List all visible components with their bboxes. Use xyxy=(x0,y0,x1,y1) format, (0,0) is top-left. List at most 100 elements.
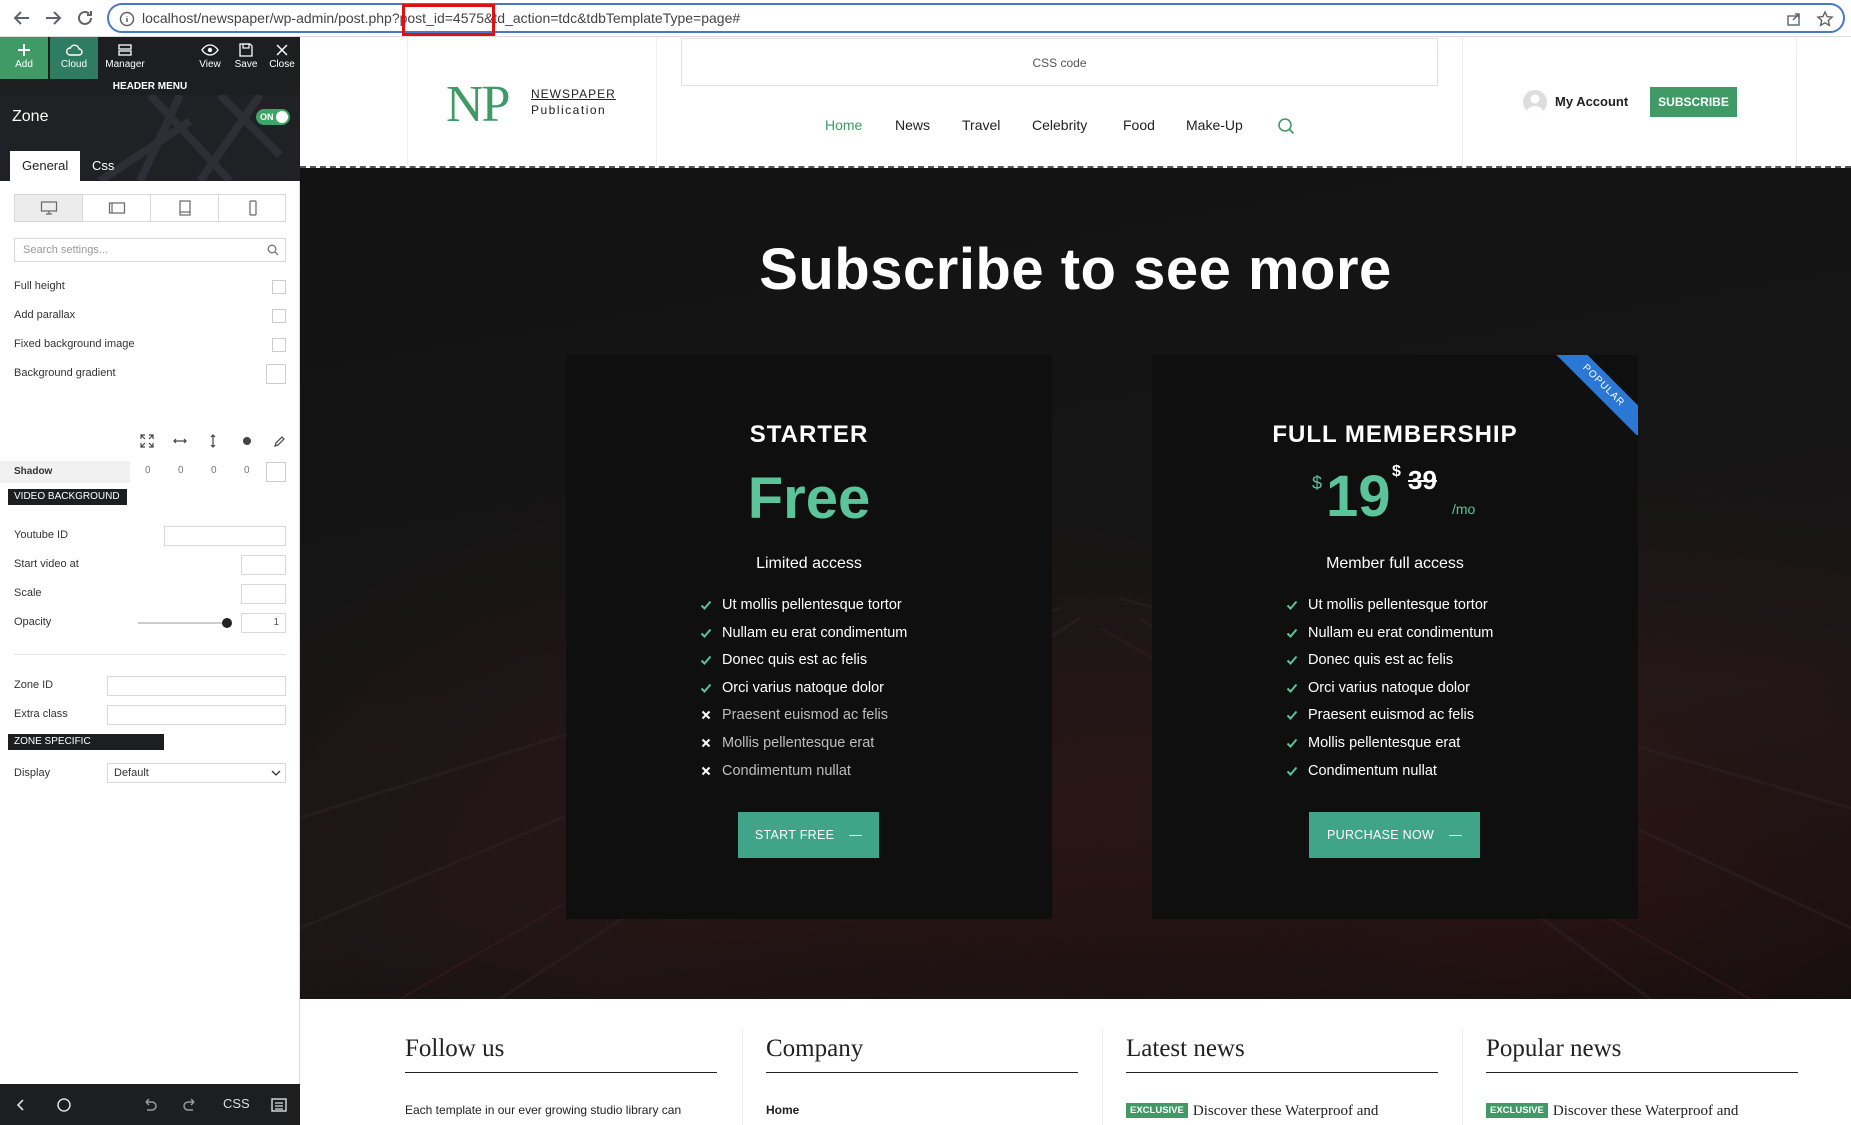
start-free-button[interactable]: START FREE — xyxy=(738,812,879,858)
collapse-panel-icon[interactable] xyxy=(12,1096,30,1114)
opacity-slider-handle[interactable] xyxy=(222,618,232,628)
display-select[interactable]: Default xyxy=(107,763,286,783)
check-icon xyxy=(1286,737,1298,749)
css-code-block[interactable]: CSS code xyxy=(681,38,1438,86)
opacity-slider-track[interactable] xyxy=(138,622,230,624)
tab-general[interactable]: General xyxy=(10,151,81,181)
expand-icon[interactable] xyxy=(140,434,156,450)
old-price-currency: $ xyxy=(1392,463,1401,480)
news-item[interactable]: EXCLUSIVE Discover these Waterproof and xyxy=(1126,1103,1378,1120)
zone-title: Zone xyxy=(12,108,49,125)
bg-gradient-label: Background gradient xyxy=(14,367,116,379)
shadow-color-swatch[interactable] xyxy=(266,462,286,482)
tab-css[interactable]: Css xyxy=(80,151,126,181)
bg-gradient-color-swatch[interactable] xyxy=(266,364,286,384)
url-highlight-box xyxy=(402,4,495,36)
footer-company: Company Home xyxy=(766,1035,1078,1117)
back-arrow-icon[interactable] xyxy=(10,6,34,30)
feature-text: Donec quis est ac felis xyxy=(1308,652,1454,669)
layers-icon xyxy=(118,44,132,56)
reload-icon[interactable] xyxy=(73,6,97,30)
youtube-id-input[interactable] xyxy=(164,526,286,546)
menu-item-food[interactable]: Food xyxy=(1123,117,1155,133)
phone-icon xyxy=(249,200,257,216)
redo-icon[interactable] xyxy=(182,1096,200,1114)
add-button[interactable]: Add xyxy=(0,37,48,79)
check-icon xyxy=(1286,682,1298,694)
scale-input[interactable] xyxy=(241,584,286,604)
feature-text: Nullam eu erat condimentum xyxy=(722,624,908,641)
shadow-value-y[interactable]: 0 xyxy=(178,465,184,476)
bookmark-star-icon[interactable] xyxy=(1816,10,1834,28)
plan-subtitle: Limited access xyxy=(756,555,862,572)
add-parallax-checkbox[interactable] xyxy=(272,309,286,323)
full-height-checkbox[interactable] xyxy=(272,280,286,294)
menu-item-news[interactable]: News xyxy=(895,117,930,133)
cross-icon xyxy=(700,737,712,749)
scale-label: Scale xyxy=(14,587,42,599)
vertical-arrows-icon[interactable] xyxy=(206,434,222,450)
my-account-link[interactable]: My Account xyxy=(1555,94,1628,109)
shadow-value-blur[interactable]: 0 xyxy=(211,465,217,476)
css-editor-button[interactable]: CSS xyxy=(223,1096,250,1111)
device-landscape-tablet[interactable] xyxy=(83,195,151,221)
dash-icon: — xyxy=(1437,828,1462,842)
share-icon[interactable] xyxy=(1785,10,1803,28)
start-video-label: Start video at xyxy=(14,558,79,570)
device-phone[interactable] xyxy=(219,195,287,221)
feature-text: Praesent euismod ac felis xyxy=(722,707,889,724)
section-title: Subscribe to see more xyxy=(759,237,1392,302)
video-background-section: VIDEO BACKGROUND xyxy=(8,489,127,505)
eye-icon xyxy=(201,44,219,56)
zone-on-toggle[interactable]: ON xyxy=(256,109,290,125)
color-picker-icon[interactable] xyxy=(273,434,289,450)
horizontal-arrows-icon[interactable] xyxy=(173,434,189,450)
tablet-portrait-icon xyxy=(178,200,191,216)
site-logo[interactable]: NP xyxy=(446,75,511,134)
menu-item-celebrity[interactable]: Celebrity xyxy=(1032,117,1087,133)
news-item[interactable]: EXCLUSIVE Discover these Waterproof and xyxy=(1486,1103,1738,1120)
fixed-bg-checkbox[interactable] xyxy=(272,338,286,352)
feature-item: Nullam eu erat condimentum xyxy=(700,623,1040,651)
exclusive-badge: EXCLUSIVE xyxy=(1486,1103,1548,1118)
plan-name: FULL MEMBERSHIP xyxy=(1272,421,1518,448)
opacity-input[interactable]: 1 xyxy=(241,613,286,633)
device-portrait-tablet[interactable] xyxy=(151,195,219,221)
menu-item-make-up[interactable]: Make-Up xyxy=(1186,117,1243,133)
url-field[interactable]: localhost/newspaper/wp-admin/post.php?po… xyxy=(107,3,1845,36)
desktop-icon xyxy=(40,201,57,215)
footer-link-home[interactable]: Home xyxy=(766,1103,799,1117)
news-title: Discover these Waterproof and xyxy=(1192,1103,1379,1119)
device-switcher xyxy=(14,194,286,222)
purchase-now-button[interactable]: PURCHASE NOW — xyxy=(1309,812,1480,858)
subscribe-button[interactable]: SUBSCRIBE xyxy=(1650,87,1737,117)
zone-id-input[interactable] xyxy=(107,676,286,696)
undo-icon[interactable] xyxy=(140,1096,158,1114)
check-icon xyxy=(700,599,712,611)
menu-item-home[interactable]: Home xyxy=(825,117,862,133)
device-desktop[interactable] xyxy=(15,195,83,221)
list-menu-icon[interactable] xyxy=(270,1096,288,1114)
cloud-button[interactable]: Cloud xyxy=(50,37,98,79)
search-icon[interactable] xyxy=(1277,117,1295,135)
blur-dot-icon[interactable] xyxy=(240,434,256,450)
purchase-now-label: PURCHASE NOW xyxy=(1327,828,1435,842)
exclusive-badge: EXCLUSIVE xyxy=(1126,1103,1188,1118)
site-info-icon[interactable] xyxy=(119,11,135,27)
shadow-value-spread[interactable]: 0 xyxy=(244,465,250,476)
plan-price: $ 19 $ 39 /mo xyxy=(1312,463,1512,533)
feature-item: Donec quis est ac felis xyxy=(700,650,1040,678)
forward-arrow-icon[interactable] xyxy=(41,6,65,30)
avatar[interactable] xyxy=(1523,90,1547,114)
footer-title: Latest news xyxy=(1126,1035,1438,1073)
close-button[interactable]: Close xyxy=(258,37,306,79)
plus-icon xyxy=(18,44,30,56)
menu-item-travel[interactable]: Travel xyxy=(962,117,1000,133)
manager-button[interactable]: Manager xyxy=(100,37,150,79)
circle-icon[interactable] xyxy=(55,1096,73,1114)
extra-class-input[interactable] xyxy=(107,705,286,725)
subscribe-section: Subscribe to see more STARTER Free Limit… xyxy=(300,168,1851,999)
shadow-value-x[interactable]: 0 xyxy=(145,465,151,476)
search-settings-input[interactable]: Search settings... xyxy=(14,238,286,262)
start-video-input[interactable] xyxy=(241,555,286,575)
